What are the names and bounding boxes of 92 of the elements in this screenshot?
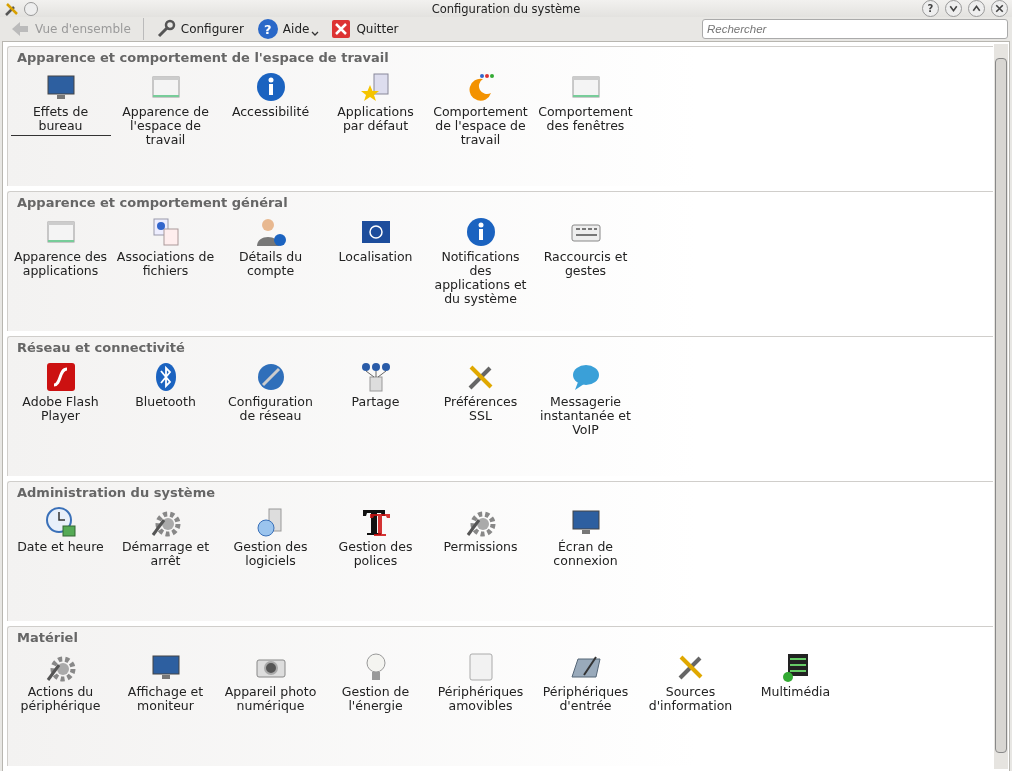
module-label: Comportement des fenêtres [537, 105, 634, 135]
maximize-button[interactable] [968, 0, 985, 17]
toolbar-button[interactable]: Quitter [325, 17, 405, 41]
category-title: Administration du système [16, 484, 217, 500]
network-icon [359, 361, 392, 393]
info-icon [254, 71, 287, 103]
help-button[interactable]: ? [922, 0, 939, 17]
module-item[interactable]: Adobe Flash Player [8, 361, 113, 440]
category-title: Matériel [16, 629, 79, 645]
module-item[interactable]: Messagerie instantanée et VoIP [533, 361, 638, 440]
module-item[interactable]: Appareil photo numérique [218, 651, 323, 716]
module-label: Sources d'information [647, 685, 734, 715]
module-item[interactable]: Gestion de l'énergie [323, 651, 428, 716]
module-item[interactable]: Périphériques amovibles [428, 651, 533, 716]
scrollbar[interactable] [994, 44, 1008, 769]
person-icon [254, 216, 287, 248]
module-label: Périphériques amovibles [436, 685, 525, 715]
help-icon: ? [257, 19, 278, 39]
module-item[interactable]: Gestion des polices [323, 506, 428, 571]
category-title: Réseau et connectivité [16, 339, 186, 355]
module-item[interactable]: Configuration de réseau [218, 361, 323, 440]
module-label: Raccourcis et gestes [542, 250, 629, 280]
module-item[interactable]: Comportement des fenêtres [533, 71, 638, 150]
module-label: Affichage et moniteur [126, 685, 205, 715]
module-label: Date et heure [17, 540, 104, 556]
module-label: Multimédia [760, 685, 831, 701]
search-field[interactable]: Rechercher [702, 19, 1008, 39]
module-item[interactable]: Périphériques d'entrée [533, 651, 638, 716]
module-label: Apparence des applications [12, 250, 109, 280]
close-icon [993, 2, 1006, 15]
module-label: Périphériques d'entrée [541, 685, 630, 715]
module-label: Appareil photo numérique [223, 685, 318, 715]
module-item[interactable]: Comportement de l'espace de travail [428, 71, 533, 150]
module-item[interactable]: Bluetooth [113, 361, 218, 440]
module-item[interactable]: Actions du périphérique [8, 651, 113, 716]
module-label: Gestion des logiciels [232, 540, 309, 570]
module-label: Partage [351, 395, 400, 411]
module-item[interactable]: Apparence des applications [8, 216, 113, 309]
module-label: Gestion de l'énergie [340, 685, 411, 715]
module-item[interactable]: Permissions [428, 506, 533, 571]
flash-icon [44, 361, 77, 393]
caret-icon[interactable] [311, 31, 320, 37]
module-item[interactable]: Applications par défaut [323, 71, 428, 150]
module-label: Configuration de réseau [227, 395, 314, 425]
module-item[interactable]: Détails du compte [218, 216, 323, 309]
module-label: Permissions [443, 540, 518, 556]
module-label: Apparence de l'espace de travail [121, 105, 210, 149]
module-label: Bluetooth [135, 395, 196, 411]
module-label: Écran de connexion [552, 540, 619, 570]
toolbar-button[interactable]: Configurer [149, 17, 250, 41]
module-label: Associations de fichiers [115, 250, 216, 280]
module-item[interactable]: Partage [323, 361, 428, 440]
toolbar-button[interactable]: ? Aide [251, 17, 316, 41]
module-label: Gestion des polices [337, 540, 414, 570]
module-label: Préférences SSL [442, 395, 519, 425]
tools-icon [4, 0, 20, 17]
module-item[interactable]: Affichage et moniteur [113, 651, 218, 716]
module-item[interactable]: Localisation [323, 216, 428, 309]
close-button[interactable] [991, 0, 1008, 17]
module-label: Détails du compte [237, 250, 304, 280]
clock-icon [44, 506, 77, 538]
module-item[interactable]: Notifications des applications et du système [428, 216, 533, 309]
module-label: Effets de bureau [10, 105, 111, 136]
module-item[interactable]: Associations de fichiers [113, 216, 218, 309]
module-label: Actions du périphérique [19, 685, 102, 715]
module-label: Applications par défaut [336, 105, 415, 135]
module-item[interactable]: Accessibilité [218, 71, 323, 150]
category-title: Apparence et comportement général [16, 194, 289, 210]
module-label: Notifications des applications et du système [433, 250, 528, 308]
back-arrow-icon [10, 19, 30, 39]
module-item[interactable]: Raccourcis et gestes [533, 216, 638, 309]
module-item[interactable]: Effets de bureau [8, 71, 113, 150]
module-label: Comportement de l'espace de travail [432, 105, 529, 149]
info-icon [464, 216, 497, 248]
close-icon [331, 19, 352, 39]
minimize-button[interactable] [945, 0, 962, 17]
star-icon [359, 71, 392, 103]
module-item[interactable]: Gestion des logiciels [218, 506, 323, 571]
category-title: Apparence et comportement de l'espace de travail [16, 49, 390, 65]
module-label: Accessibilité [231, 105, 310, 121]
module-item[interactable]: Écran de connexion [533, 506, 638, 571]
module-label: Démarrage et arrêt [120, 540, 211, 570]
window-title: Configuration du système [431, 1, 581, 16]
module-label: Localisation [338, 250, 413, 266]
module-item[interactable]: Date et heure [8, 506, 113, 571]
module-label: Adobe Flash Player [21, 395, 100, 425]
module-item[interactable]: Démarrage et arrêt [113, 506, 218, 571]
module-item[interactable]: Préférences SSL [428, 361, 533, 440]
module-label: Messagerie instantanée et VoIP [539, 395, 632, 439]
module-item[interactable]: Multimédia [743, 651, 848, 716]
module-item[interactable]: Apparence de l'espace de travail [113, 71, 218, 150]
module-item[interactable]: Sources d'information [638, 651, 743, 716]
